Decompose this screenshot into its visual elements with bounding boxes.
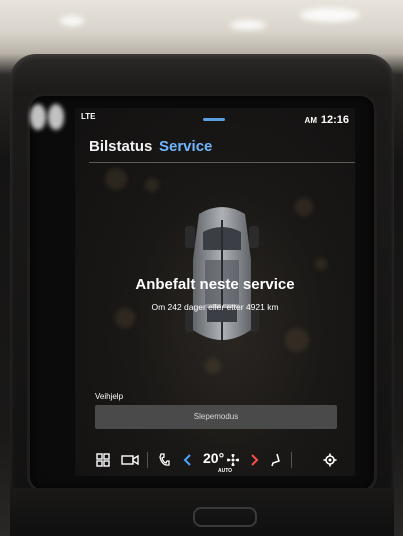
bokeh <box>205 358 221 374</box>
temperature-readout[interactable]: 20° <box>203 450 224 466</box>
tab-bilstatus[interactable]: Bilstatus <box>89 138 152 155</box>
fan-icon[interactable] <box>225 450 241 470</box>
camera-icon[interactable] <box>119 450 141 470</box>
tab-service[interactable]: Service <box>159 138 212 155</box>
bokeh <box>105 168 127 190</box>
temp-increase-icon[interactable] <box>247 450 263 470</box>
phone-icon[interactable] <box>155 450 173 470</box>
tow-mode-button[interactable]: Slepemodus <box>95 405 337 429</box>
climate-bar: 20° AUTO <box>75 444 355 476</box>
bokeh <box>295 198 313 216</box>
service-headline: Anbefalt neste service <box>135 276 295 293</box>
seat-heat-icon[interactable] <box>267 450 285 470</box>
bar-separator <box>147 452 148 468</box>
temp-decrease-icon[interactable] <box>179 450 195 470</box>
status-bar: LTE AM 12:16 <box>75 108 355 130</box>
status-ampm: AM <box>304 116 317 125</box>
ceiling-light <box>230 20 266 30</box>
app-grid-icon[interactable] <box>93 450 113 470</box>
temp-mode-label: AUTO <box>218 468 233 474</box>
bar-separator <box>291 452 292 468</box>
tab-divider <box>89 162 355 163</box>
light-reflection <box>48 104 64 130</box>
status-time: 12:16 <box>320 114 349 126</box>
bokeh <box>285 328 309 352</box>
car-top-view-image <box>185 207 259 340</box>
bokeh <box>145 178 159 192</box>
service-due-text: Om 242 dager eller etter 4921 km <box>151 302 279 312</box>
light-reflection <box>30 104 46 130</box>
top-pull-handle[interactable] <box>203 118 225 121</box>
roadside-section-label: Veihjelp <box>95 392 124 401</box>
settings-gear-icon[interactable] <box>321 450 339 470</box>
signal-indicator: LTE <box>81 112 96 121</box>
bokeh <box>315 258 327 270</box>
ceiling-light <box>60 16 84 26</box>
physical-home-button[interactable] <box>193 507 257 527</box>
ceiling-light <box>300 8 360 22</box>
infotainment-screen: LTE AM 12:16 Bilstatus Service Anbefalt … <box>75 108 355 476</box>
